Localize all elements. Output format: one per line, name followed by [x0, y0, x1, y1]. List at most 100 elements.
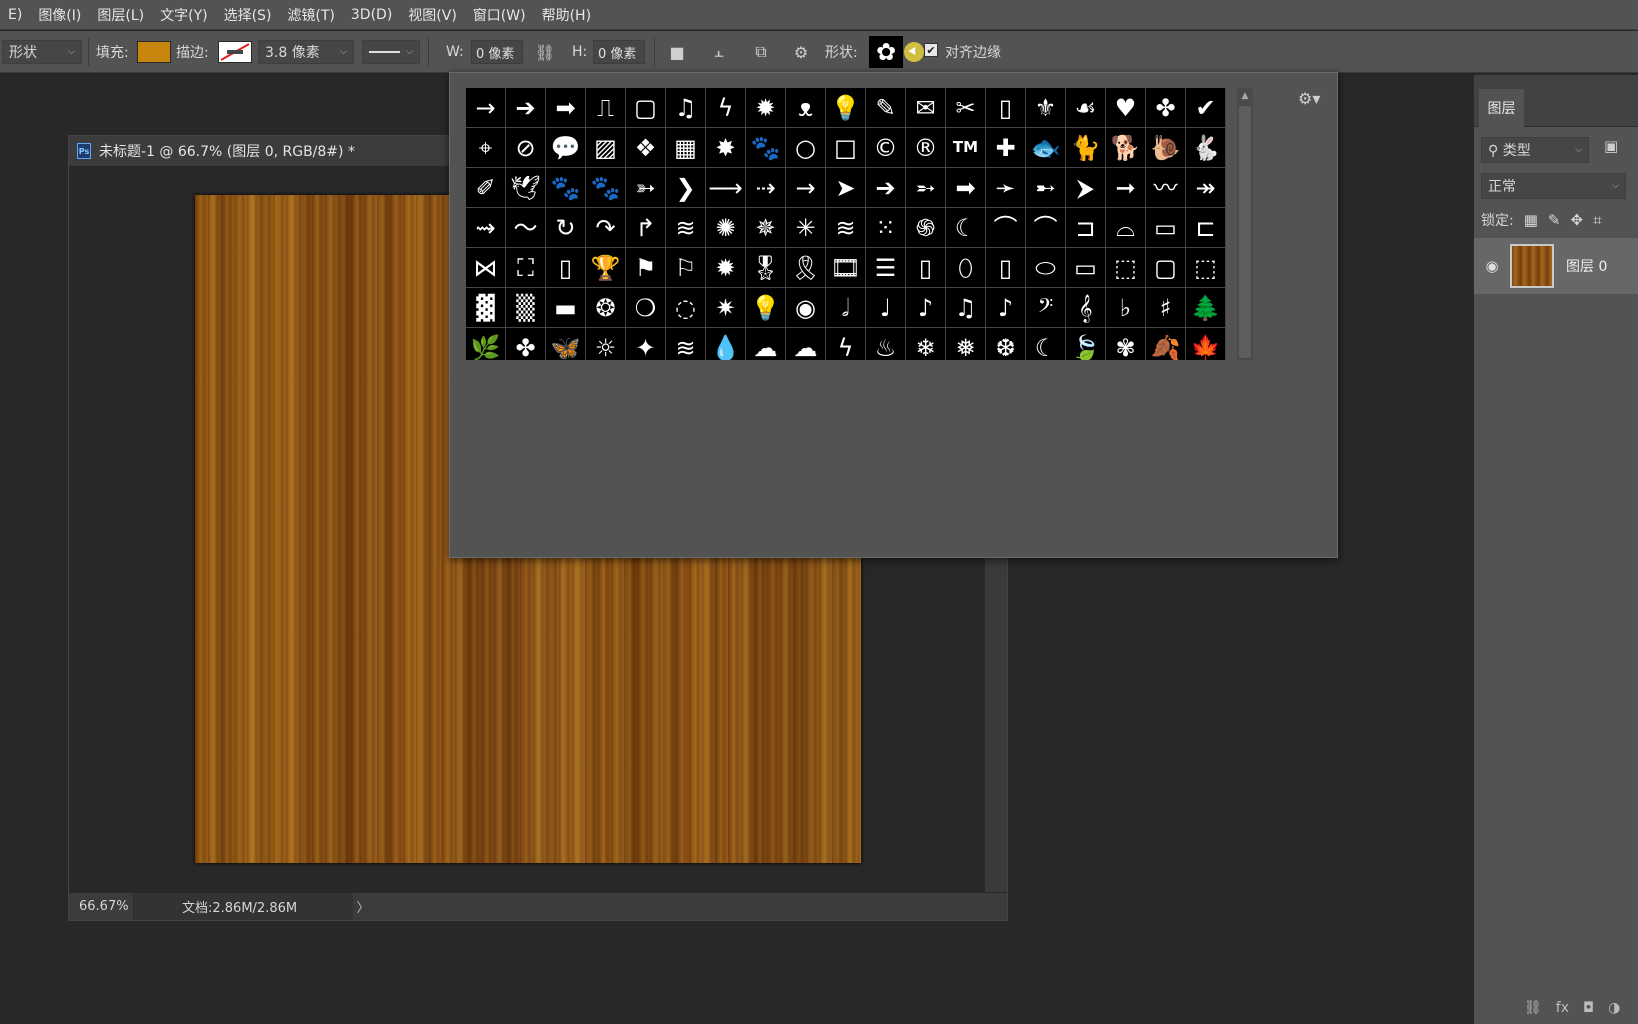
shape-cell[interactable]: ⌒: [986, 208, 1026, 248]
path-arrangement-icon[interactable]: ⧉: [748, 39, 774, 65]
shape-cell[interactable]: ⮞: [1066, 168, 1106, 208]
shape-cell[interactable]: 🎗: [786, 248, 826, 288]
shape-cell[interactable]: ϟ: [826, 328, 866, 360]
menu-item[interactable]: E): [0, 7, 30, 23]
shape-cell[interactable]: ✎: [866, 88, 906, 128]
shape-cell[interactable]: ➔: [866, 168, 906, 208]
shape-picker-scrollbar[interactable]: ▲: [1237, 88, 1253, 360]
shape-cell[interactable]: ▭: [1146, 208, 1186, 248]
shape-cell[interactable]: ▨: [586, 128, 626, 168]
fx-icon[interactable]: fx: [1556, 1000, 1569, 1016]
shape-cell[interactable]: ❖: [626, 128, 666, 168]
shape-cell[interactable]: ☰: [866, 248, 906, 288]
shape-cell[interactable]: ▢: [626, 88, 666, 128]
shape-cell[interactable]: ➡: [546, 88, 586, 128]
shape-cell[interactable]: ✔: [1186, 88, 1226, 128]
shape-cell[interactable]: 💧: [706, 328, 746, 360]
shape-cell[interactable]: →: [466, 88, 506, 128]
shape-cell[interactable]: ▬: [546, 288, 586, 328]
shape-cell[interactable]: ❅: [946, 328, 986, 360]
shape-cell[interactable]: ▭: [1066, 248, 1106, 288]
shape-cell[interactable]: ▯: [546, 248, 586, 288]
shape-cell[interactable]: ⬭: [1026, 248, 1066, 288]
shape-cell[interactable]: ✺: [706, 208, 746, 248]
scroll-thumb[interactable]: [1239, 106, 1251, 358]
shape-cell[interactable]: ⊐: [1066, 208, 1106, 248]
shape-cell[interactable]: ↷: [586, 208, 626, 248]
shape-cell[interactable]: 🐾: [746, 128, 786, 168]
shape-cell[interactable]: ▯: [986, 88, 1026, 128]
shape-cell[interactable]: 🌲: [1186, 288, 1226, 328]
menu-item[interactable]: 视图(V): [400, 5, 465, 25]
shape-cell[interactable]: ✐: [466, 168, 506, 208]
shape-cell[interactable]: 🍁: [1186, 328, 1226, 360]
layer-thumbnail[interactable]: [1510, 244, 1554, 288]
menu-item[interactable]: 3D(D): [343, 7, 400, 23]
shape-cell[interactable]: ✂: [946, 88, 986, 128]
shape-cell[interactable]: 🐟: [1026, 128, 1066, 168]
stroke-swatch-wrap[interactable]: [218, 40, 252, 64]
shape-cell[interactable]: ✤: [1146, 88, 1186, 128]
shape-cell[interactable]: ◌: [666, 288, 706, 328]
stroke-color-swatch[interactable]: [218, 41, 252, 63]
shape-cell[interactable]: ⌒: [1026, 208, 1066, 248]
shape-cell[interactable]: ➸: [1026, 168, 1066, 208]
shape-cell[interactable]: ♥: [1106, 88, 1146, 128]
gear-icon[interactable]: ⚙▾: [1298, 89, 1320, 108]
shape-cell[interactable]: ↻: [546, 208, 586, 248]
shape-cell[interactable]: ✸: [706, 128, 746, 168]
fill-color-swatch[interactable]: [137, 41, 171, 63]
link-icon[interactable]: ⛓: [532, 39, 558, 65]
menu-item[interactable]: 帮助(H): [534, 5, 599, 25]
shape-cell[interactable]: ⚜: [1026, 88, 1066, 128]
shape-cell[interactable]: ☙: [1066, 88, 1106, 128]
tab-layers[interactable]: 图层: [1479, 89, 1524, 127]
shape-cell[interactable]: 𝄞: [1066, 288, 1106, 328]
image-filter-icon[interactable]: ▣: [1604, 137, 1618, 155]
shape-cell[interactable]: 🕊: [506, 168, 546, 208]
shape-cell[interactable]: ❆: [986, 328, 1026, 360]
shape-cell[interactable]: ⬯: [946, 248, 986, 288]
shape-cell[interactable]: 🐈: [1066, 128, 1106, 168]
shape-cell[interactable]: ○: [786, 128, 826, 168]
shape-cell[interactable]: ♪: [906, 288, 946, 328]
shape-cell[interactable]: 🐇: [1186, 128, 1226, 168]
shape-cell[interactable]: ⊏: [1186, 208, 1226, 248]
shape-cell[interactable]: ⬚: [1106, 248, 1146, 288]
shape-cell[interactable]: →: [786, 168, 826, 208]
layer-name[interactable]: 图层 0: [1566, 256, 1607, 276]
lock-transparency-icon[interactable]: ▦: [1524, 211, 1538, 229]
shape-cell[interactable]: ♯: [1146, 288, 1186, 328]
shape-cell[interactable]: ♨: [866, 328, 906, 360]
shape-cell[interactable]: ➵: [906, 168, 946, 208]
shape-cell[interactable]: ✵: [746, 208, 786, 248]
menu-item[interactable]: 图像(I): [30, 5, 89, 25]
shape-cell[interactable]: ➡: [946, 168, 986, 208]
shape-cell[interactable]: 🎞: [826, 248, 866, 288]
shape-cell[interactable]: ⋈: [466, 248, 506, 288]
menu-item[interactable]: 图层(L): [89, 5, 152, 25]
gear-icon[interactable]: ⚙: [788, 39, 814, 65]
path-operations-icon[interactable]: ■: [664, 39, 690, 65]
shape-cell[interactable]: ≋: [666, 208, 706, 248]
shape-cell[interactable]: 🐌: [1146, 128, 1186, 168]
shape-cell[interactable]: ⇝: [466, 208, 506, 248]
shape-cell[interactable]: 🍂: [1146, 328, 1186, 360]
shape-cell[interactable]: ⁙: [866, 208, 906, 248]
shape-cell[interactable]: ⇢: [746, 168, 786, 208]
shape-cell[interactable]: ✹: [746, 88, 786, 128]
layer-filter-dropdown[interactable]: ⚲ 类型 ⌵: [1481, 137, 1589, 163]
shape-cell[interactable]: ✷: [706, 288, 746, 328]
shape-cell[interactable]: 💡: [826, 88, 866, 128]
shape-cell[interactable]: ✚: [986, 128, 1026, 168]
shape-cell[interactable]: ♫: [666, 88, 706, 128]
shape-cell[interactable]: TM: [946, 128, 986, 168]
shape-cell[interactable]: ❯: [666, 168, 706, 208]
scroll-up-icon[interactable]: ▲: [1237, 88, 1253, 104]
shape-cell[interactable]: ↱: [626, 208, 666, 248]
stroke-width-field[interactable]: 3.8 像素 ⌵: [258, 40, 354, 64]
shape-cell[interactable]: ⌓: [1106, 208, 1146, 248]
tool-mode-dropdown[interactable]: 形状 ⌵: [2, 40, 82, 64]
shape-cell[interactable]: 🦋: [546, 328, 586, 360]
shape-cell[interactable]: ♫: [946, 288, 986, 328]
